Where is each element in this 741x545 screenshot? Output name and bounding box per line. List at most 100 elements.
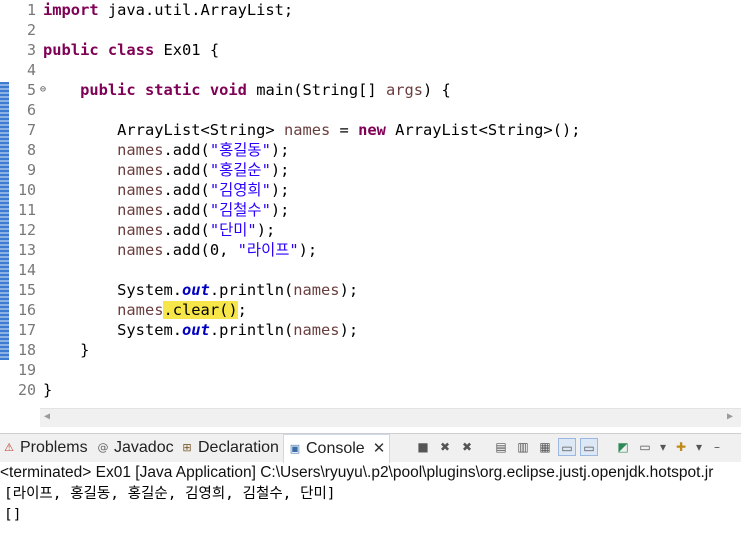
minimize-icon[interactable]: –	[708, 438, 726, 456]
code-text: .add(	[163, 161, 210, 179]
line-number: 12	[17, 221, 36, 239]
parameter: args	[385, 81, 424, 99]
line-number-folding: 5 ⊖	[10, 80, 46, 100]
code-text: System.	[117, 281, 183, 299]
code-line: ArrayList<String> names = new ArrayList<…	[43, 120, 580, 140]
line-number: 1	[26, 1, 36, 19]
code-text: );	[270, 201, 290, 219]
variable: names	[293, 281, 340, 299]
code-text: ArrayList<String>	[117, 121, 284, 139]
scroll-left-icon[interactable]: ◀	[44, 411, 50, 422]
variable: names	[283, 121, 331, 139]
keyword: public	[80, 81, 136, 99]
variable: names	[117, 181, 164, 199]
code-line: public class Ex01 {	[43, 40, 581, 60]
declaration-icon: ⊞	[182, 441, 192, 454]
line-number: 15	[17, 281, 36, 299]
line-number: 18	[17, 341, 36, 359]
console-icon: ▣	[289, 442, 301, 455]
remove-launch-icon[interactable]: ✖	[436, 438, 454, 456]
variable: names	[117, 201, 164, 219]
console-output-line: []	[4, 507, 22, 523]
terminate-icon[interactable]: ■	[414, 438, 432, 456]
line-number: 7	[26, 121, 36, 139]
line-number: 14	[17, 261, 36, 279]
remove-all-terminated-icon[interactable]: ✖	[458, 438, 476, 456]
keyword: new	[358, 121, 386, 139]
tab-console[interactable]: ▣ Console ✕	[283, 434, 391, 464]
code-text: }	[80, 341, 90, 359]
chevron-down-icon[interactable]: ▾	[658, 438, 668, 456]
tab-label: Console	[306, 440, 365, 457]
view-tab-bar: ⚠ Problems @ Javadoc ⊞ Declaration ▣ Con…	[0, 433, 741, 464]
code-text: );	[270, 161, 290, 179]
code-text: );	[298, 241, 318, 259]
variable: names	[117, 161, 164, 179]
selected-code[interactable]: .clear()	[163, 301, 238, 319]
line-number: 2	[26, 21, 36, 39]
code-text: Ex01 {	[154, 41, 220, 59]
code-line: names.add("김철수");	[43, 200, 581, 220]
code-line: System.out.println(names);	[43, 280, 581, 300]
scroll-right-icon[interactable]: ▶	[727, 411, 733, 422]
static-field: out	[182, 321, 210, 339]
scroll-lock-icon[interactable]: ▥	[514, 438, 532, 456]
code-area[interactable]: import java.util.ArrayList; public class…	[43, 0, 581, 400]
horizontal-scrollbar[interactable]: ◀ ▶	[40, 408, 741, 427]
keyword: class	[107, 41, 155, 59]
code-text: }	[43, 381, 53, 399]
keyword: void	[209, 81, 247, 99]
pin-console-icon[interactable]: ◩	[614, 438, 632, 456]
line-number: 13	[17, 241, 36, 259]
open-console-icon[interactable]: ✚	[672, 438, 690, 456]
tab-label: Problems	[20, 439, 88, 456]
word-wrap-icon[interactable]: ▦	[536, 438, 554, 456]
tab-declaration[interactable]: ⊞ Declaration	[180, 434, 279, 462]
tab-label: Javadoc	[114, 439, 174, 456]
tab-javadoc[interactable]: @ Javadoc	[96, 434, 174, 462]
code-line: names.add("홍길순");	[43, 160, 581, 180]
code-line: public static void main(String[] args) {	[43, 80, 581, 100]
code-text: ) {	[423, 81, 451, 99]
code-text: .add(	[163, 241, 210, 259]
show-on-error-icon[interactable]: ▭	[580, 438, 598, 456]
string-literal: "라이프"	[237, 241, 299, 259]
code-text: );	[270, 141, 290, 159]
static-field: out	[182, 281, 210, 299]
code-text: .add(	[163, 181, 210, 199]
line-number: 11	[17, 201, 36, 219]
code-text: .add(	[163, 141, 210, 159]
code-line: names.add("홍길동");	[43, 140, 581, 160]
close-icon[interactable]: ✕	[373, 434, 386, 464]
code-text: .println(	[209, 281, 294, 299]
code-line: }	[43, 340, 581, 360]
clear-console-icon[interactable]: ▤	[492, 438, 510, 456]
problems-icon: ⚠	[4, 441, 14, 454]
code-text: System.	[117, 321, 183, 339]
code-line: names.add("단미");	[43, 220, 581, 240]
string-literal: "홍길동"	[209, 141, 271, 159]
line-number: 16	[17, 301, 36, 319]
display-console-icon[interactable]: ▭	[636, 438, 654, 456]
string-literal: "김철수"	[209, 201, 271, 219]
line-number: 10	[17, 181, 36, 199]
line-number: 17	[17, 321, 36, 339]
variable: names	[117, 141, 164, 159]
variable: names	[293, 321, 340, 339]
string-literal: "홍길순"	[209, 161, 271, 179]
string-literal: "김영희"	[209, 181, 271, 199]
code-text: ;	[237, 301, 247, 319]
console-output[interactable]: [라이프, 홍길동, 홍길순, 김영희, 김철수, 단미] []	[4, 484, 336, 526]
code-text: .add(	[163, 201, 210, 219]
show-on-output-icon[interactable]: ▭	[558, 438, 576, 456]
code-text: =	[330, 121, 359, 139]
line-number: 8	[26, 141, 36, 159]
tab-problems[interactable]: ⚠ Problems	[2, 434, 88, 462]
code-line: System.out.println(names);	[43, 320, 581, 340]
code-editor[interactable]: 1 2 3 4 5 ⊖ 6 7 8 9 10 11 12 13 14 15 16 …	[0, 0, 741, 410]
chevron-down-icon[interactable]: ▾	[694, 438, 704, 456]
code-line: names.add(0, "라이프");	[43, 240, 581, 260]
